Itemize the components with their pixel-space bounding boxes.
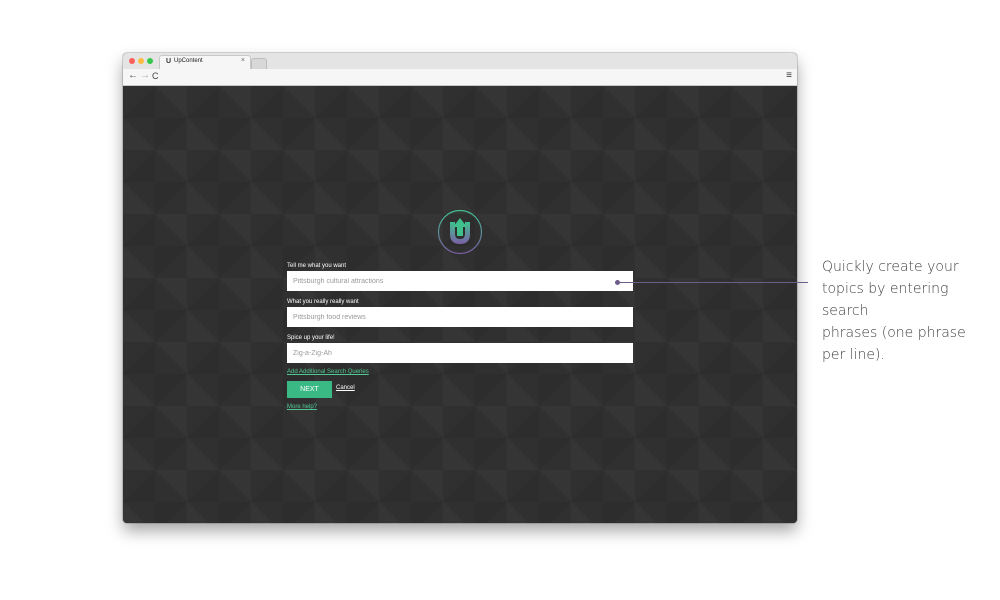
cancel-link[interactable]: Cancel	[336, 385, 355, 391]
search-query-input-2[interactable]	[287, 307, 633, 327]
favicon-icon: U	[166, 58, 172, 65]
back-arrow-icon[interactable]: ←	[128, 70, 138, 82]
upcontent-logo	[437, 209, 483, 255]
maximize-window-button[interactable]	[147, 58, 153, 64]
page-viewport: Tell me what you want What you really re…	[123, 86, 797, 523]
hamburger-menu-icon[interactable]: ≡	[786, 70, 792, 81]
search-query-input-1[interactable]	[287, 271, 633, 291]
callout-line	[617, 282, 808, 283]
form-actions: NEXT Cancel	[287, 381, 633, 398]
tab-title: UpContent	[174, 58, 203, 64]
browser-window: U UpContent × ← → C ≡ Tell me what you w…	[123, 53, 797, 523]
field-label-2: What you really really want	[287, 299, 359, 305]
more-help-link[interactable]: More help?	[287, 404, 633, 410]
add-search-queries-link[interactable]: Add Additional Search Queries	[287, 369, 633, 375]
minimize-window-button[interactable]	[138, 58, 144, 64]
forward-arrow-icon[interactable]: →	[140, 70, 150, 82]
reload-icon[interactable]: C	[152, 70, 159, 82]
callout-annotation: Quickly create your topics by entering s…	[822, 256, 992, 366]
browser-toolbar: ← → C ≡	[123, 69, 797, 86]
field-label-1: Tell me what you want	[287, 263, 347, 269]
callout-line-4: per line).	[822, 347, 885, 363]
callout-line-3: phrases (one phrase	[822, 325, 966, 341]
tab-upcontent[interactable]: U UpContent ×	[159, 55, 251, 69]
search-query-form: Tell me what you want What you really re…	[287, 262, 633, 410]
close-window-button[interactable]	[129, 58, 135, 64]
tab-bar: U UpContent ×	[123, 53, 797, 70]
close-tab-icon[interactable]: ×	[241, 57, 245, 64]
field-label-3: Spice up your life!	[287, 335, 335, 341]
next-button[interactable]: NEXT	[287, 381, 332, 398]
callout-line-1: Quickly create your	[822, 259, 959, 275]
callout-line-2: topics by entering search	[822, 281, 949, 319]
new-tab-button[interactable]	[251, 58, 267, 69]
search-query-input-3[interactable]	[287, 343, 633, 363]
